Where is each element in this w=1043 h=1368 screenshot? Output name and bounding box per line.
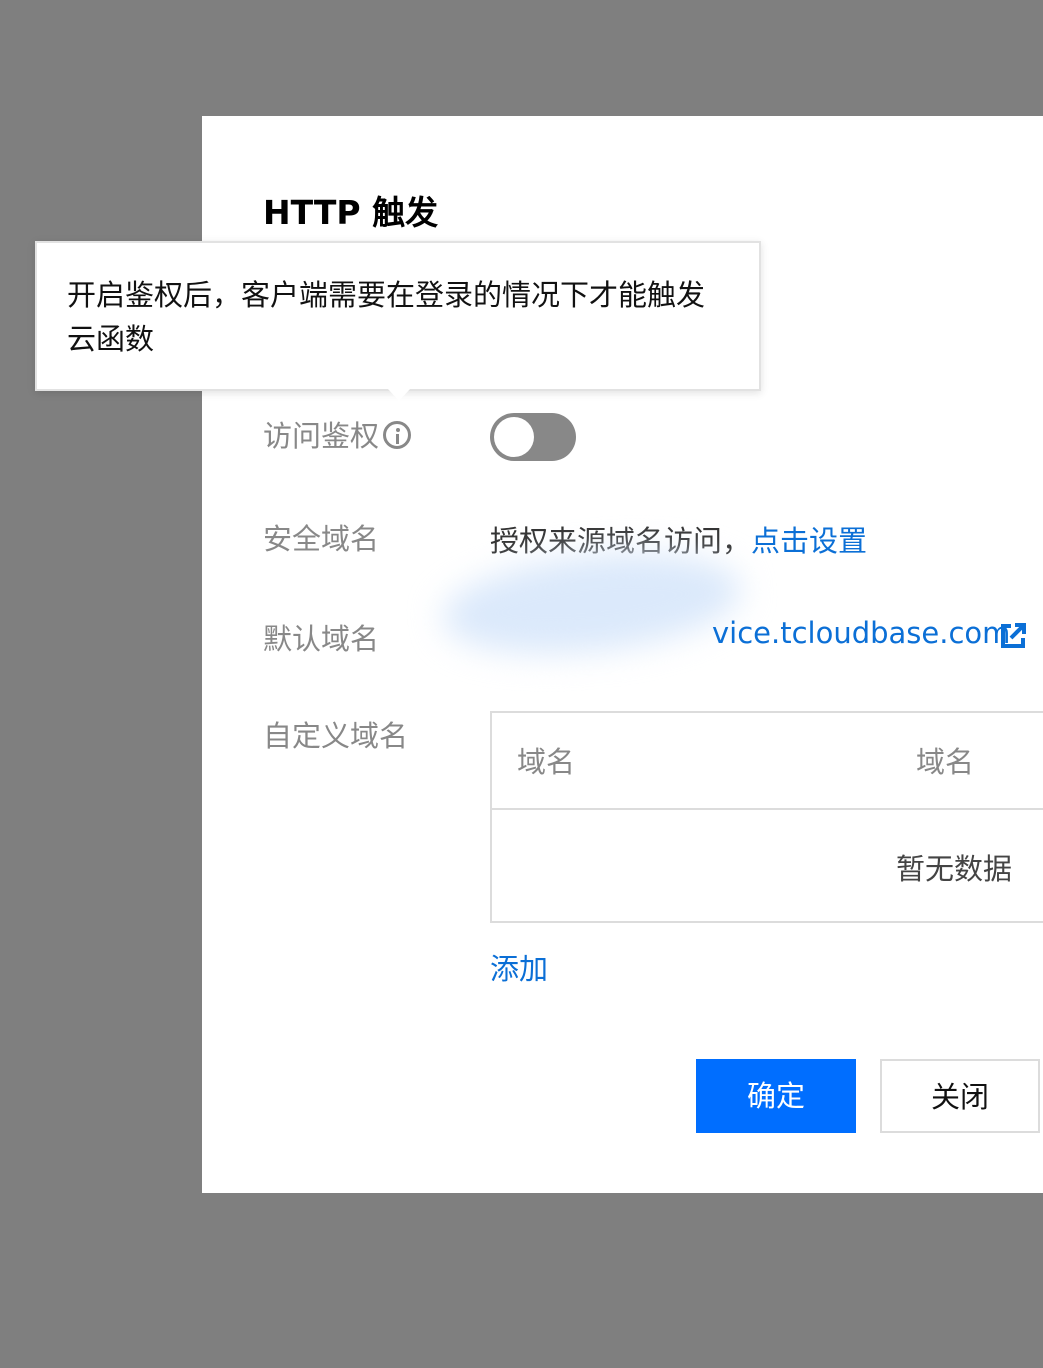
table-header: 域名 域名	[492, 713, 1043, 810]
custom-domain-table: 域名 域名 暂无数据	[490, 711, 1043, 923]
security-domain-value: 授权来源域名访问，点击设置	[490, 518, 867, 560]
tooltip-text: 开启鉴权后，客户端需要在登录的情况下才能触发云函数	[67, 278, 706, 356]
auth-tooltip: 开启鉴权后，客户端需要在登录的情况下才能触发云函数	[35, 241, 761, 391]
security-domain-label: 安全域名	[263, 522, 380, 556]
external-link-icon[interactable]	[1000, 623, 1026, 649]
table-header-cell: 域名	[517, 745, 576, 779]
toggle-knob	[494, 417, 534, 457]
auth-label-row: 访问鉴权	[263, 413, 412, 455]
auth-toggle[interactable]	[490, 413, 576, 461]
security-domain-setting-link[interactable]: 点击设置	[751, 524, 867, 558]
custom-domain-label: 自定义域名	[263, 719, 409, 753]
add-domain-link[interactable]: 添加	[490, 946, 548, 988]
table-empty-text: 暂无数据	[896, 852, 1013, 886]
info-icon[interactable]	[383, 421, 412, 449]
auth-label: 访问鉴权	[263, 419, 380, 453]
confirm-button[interactable]: 确定	[696, 1059, 856, 1133]
redacted-blur	[437, 540, 747, 667]
default-domain-label: 默认域名	[263, 622, 380, 656]
dialog-title: HTTP 触发	[263, 193, 439, 232]
tooltip-arrow	[388, 389, 410, 401]
default-domain-link[interactable]: vice.tcloudbase.com	[712, 616, 1010, 650]
close-button[interactable]: 关闭	[880, 1059, 1040, 1133]
table-header-cell: 域名	[916, 745, 975, 779]
